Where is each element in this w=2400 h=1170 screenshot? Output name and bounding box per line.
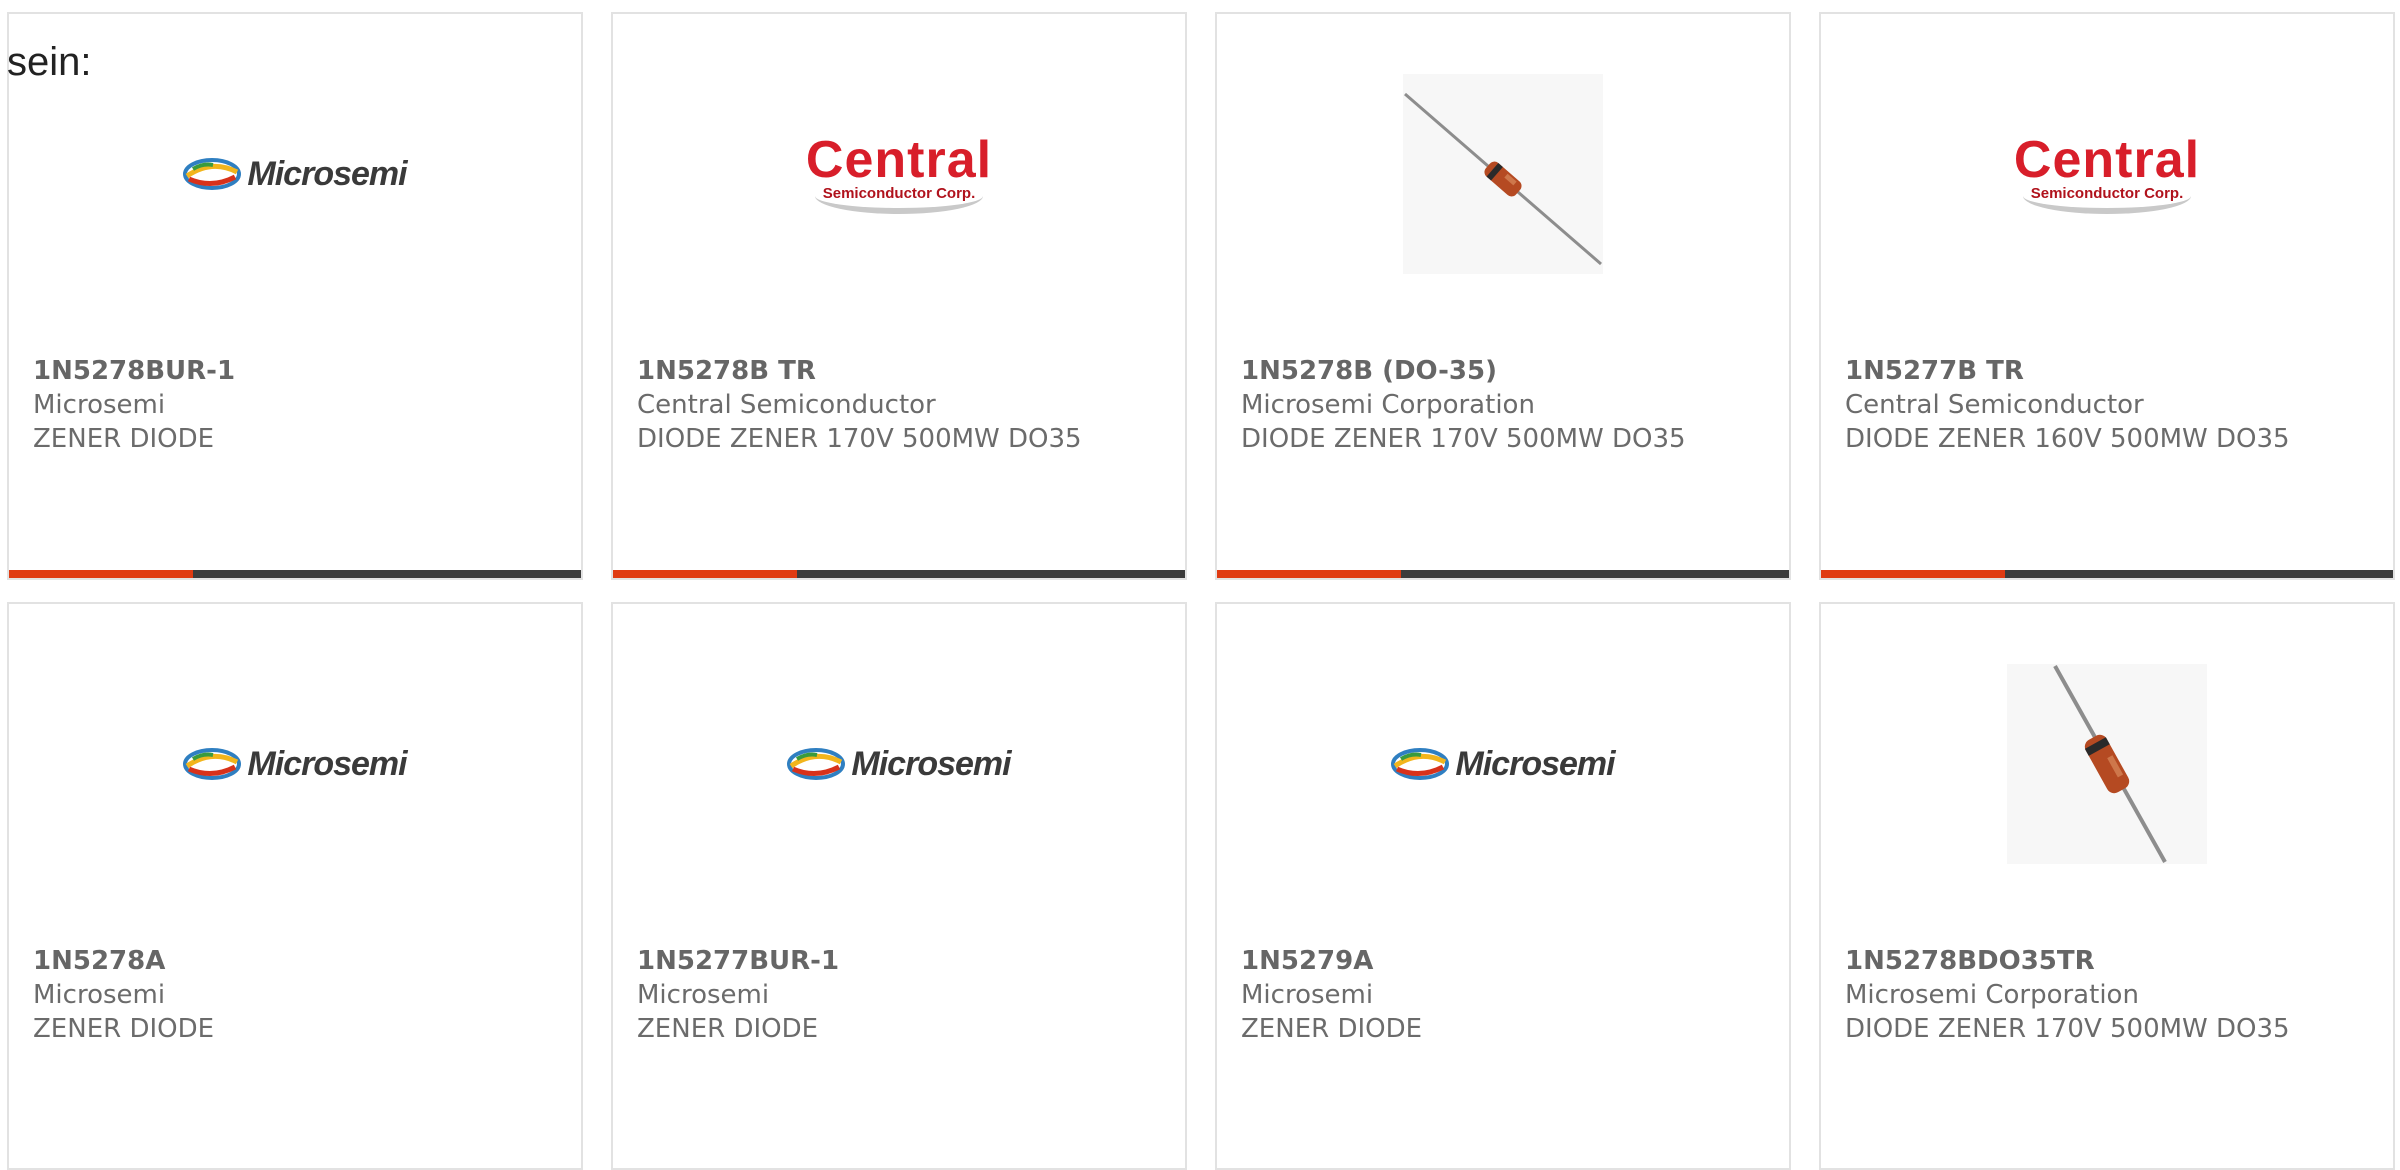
product-card[interactable]: Central Semiconductor Corp. 1N5277B TR C… <box>1819 12 2395 580</box>
manufacturer: Microsemi <box>637 980 770 1010</box>
central-logo: Central Semiconductor Corp. <box>799 134 999 214</box>
product-grid: Microsemi 1N5278BUR-1 Microsemi ZENER DI… <box>7 12 2400 1170</box>
product-info: 1N5279A Microsemi ZENER DIODE <box>1241 944 1711 1046</box>
description: DIODE ZENER 170V 500MW DO35 <box>1241 424 1686 454</box>
product-card[interactable]: Microsemi 1N5278A Microsemi ZENER DIODE <box>7 602 583 1170</box>
product-card[interactable]: Microsemi 1N5278BUR-1 Microsemi ZENER DI… <box>7 12 583 580</box>
product-image: Central Semiconductor Corp. <box>1821 64 2393 284</box>
product-info: 1N5278BUR-1 Microsemi ZENER DIODE <box>33 354 503 456</box>
logo-swoosh <box>815 178 983 214</box>
product-info: 1N5278BDO35TR Microsemi Corporation DIOD… <box>1845 944 2315 1046</box>
microsemi-swirl-icon <box>183 158 242 190</box>
description: ZENER DIODE <box>637 1014 819 1044</box>
product-info: 1N5278B TR Central Semiconductor DIODE Z… <box>637 354 1107 456</box>
manufacturer: Microsemi <box>1241 980 1374 1010</box>
product-image: Microsemi <box>613 654 1185 874</box>
diode-photo <box>1403 74 1603 274</box>
description: ZENER DIODE <box>33 424 215 454</box>
logo-text: Microsemi <box>247 154 407 193</box>
microsemi-swirl-icon <box>787 748 846 780</box>
microsemi-logo: Microsemi <box>183 744 408 784</box>
card-bar <box>1217 570 1789 578</box>
product-info: 1N5278A Microsemi ZENER DIODE <box>33 944 503 1046</box>
diode-icon <box>2053 665 2167 863</box>
manufacturer: Central Semiconductor <box>637 390 936 420</box>
card-bar-accent <box>1821 570 2005 578</box>
card-bar <box>613 570 1185 578</box>
product-card[interactable]: 1N5278B (DO-35) Microsemi Corporation DI… <box>1215 12 1791 580</box>
manufacturer: Microsemi <box>33 390 166 420</box>
description: DIODE ZENER 170V 500MW DO35 <box>1845 1014 2290 1044</box>
card-bar-accent <box>9 570 193 578</box>
manufacturer: Microsemi <box>33 980 166 1010</box>
manufacturer: Microsemi Corporation <box>1241 390 1535 420</box>
part-number[interactable]: 1N5278B TR <box>637 354 1107 388</box>
product-card[interactable]: 1N5278BDO35TR Microsemi Corporation DIOD… <box>1819 602 2395 1170</box>
microsemi-swirl-icon <box>1391 748 1450 780</box>
part-number[interactable]: 1N5278A <box>33 944 503 978</box>
logo-swoosh <box>2023 178 2191 214</box>
description: ZENER DIODE <box>33 1014 215 1044</box>
microsemi-logo: Microsemi <box>787 744 1012 784</box>
product-image: Microsemi <box>9 654 581 874</box>
product-image <box>1217 64 1789 284</box>
product-info: 1N5277BUR-1 Microsemi ZENER DIODE <box>637 944 1107 1046</box>
intro-text: sein: <box>7 40 92 84</box>
part-number[interactable]: 1N5279A <box>1241 944 1711 978</box>
logo-text: Microsemi <box>247 744 407 783</box>
manufacturer: Central Semiconductor <box>1845 390 2144 420</box>
part-number[interactable]: 1N5278BUR-1 <box>33 354 503 388</box>
description: ZENER DIODE <box>1241 1014 1423 1044</box>
manufacturer: Microsemi Corporation <box>1845 980 2139 1010</box>
part-number[interactable]: 1N5278B (DO-35) <box>1241 354 1711 388</box>
diode-photo <box>2007 664 2207 864</box>
diode-icon <box>1404 92 1602 266</box>
product-image: Microsemi <box>9 64 581 284</box>
microsemi-logo: Microsemi <box>183 154 408 194</box>
description: DIODE ZENER 170V 500MW DO35 <box>637 424 1082 454</box>
product-info: 1N5278B (DO-35) Microsemi Corporation DI… <box>1241 354 1711 456</box>
card-bar-accent <box>613 570 797 578</box>
card-bar-accent <box>1217 570 1401 578</box>
product-card[interactable]: Central Semiconductor Corp. 1N5278B TR C… <box>611 12 1187 580</box>
microsemi-logo: Microsemi <box>1391 744 1616 784</box>
logo-text: Microsemi <box>851 744 1011 783</box>
part-number[interactable]: 1N5277BUR-1 <box>637 944 1107 978</box>
product-image <box>1821 654 2393 874</box>
part-number[interactable]: 1N5277B TR <box>1845 354 2315 388</box>
card-bar <box>9 570 581 578</box>
product-card[interactable]: Microsemi 1N5279A Microsemi ZENER DIODE <box>1215 602 1791 1170</box>
product-card[interactable]: Microsemi 1N5277BUR-1 Microsemi ZENER DI… <box>611 602 1187 1170</box>
part-number[interactable]: 1N5278BDO35TR <box>1845 944 2315 978</box>
central-logo: Central Semiconductor Corp. <box>2007 134 2207 214</box>
description: DIODE ZENER 160V 500MW DO35 <box>1845 424 2290 454</box>
product-image: Central Semiconductor Corp. <box>613 64 1185 284</box>
product-image: Microsemi <box>1217 654 1789 874</box>
product-info: 1N5277B TR Central Semiconductor DIODE Z… <box>1845 354 2315 456</box>
logo-text: Microsemi <box>1455 744 1615 783</box>
microsemi-swirl-icon <box>183 748 242 780</box>
card-bar <box>1821 570 2393 578</box>
